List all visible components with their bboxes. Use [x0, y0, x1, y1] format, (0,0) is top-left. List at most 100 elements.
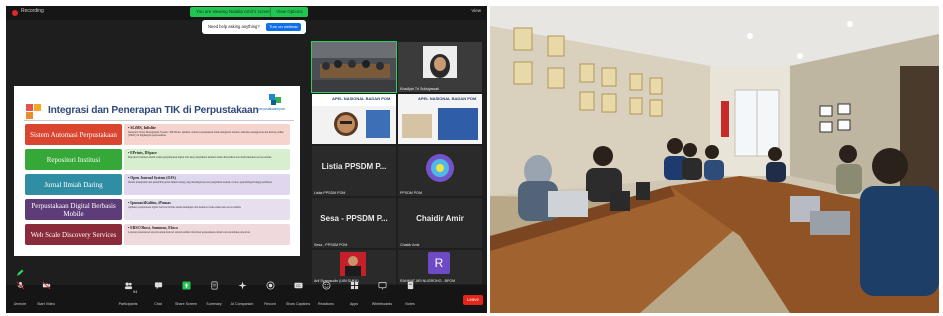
show-captions-label: Show Captions [286, 302, 311, 306]
start-video-button[interactable]: Start Video [34, 281, 58, 310]
slide-row-label: Web Scale Discovery Services [25, 224, 122, 245]
slide-row-desc-head: • SLiMS, Inlislite [128, 126, 156, 130]
slide-row-desc-head: • EBSCOhost, Summon, Ebsco [128, 226, 178, 230]
slide-row-desc-text: Aplikasi perpustakaan digital berbasis m… [128, 206, 242, 209]
reactions-button[interactable]: Reactions [314, 281, 338, 310]
video-tile-listia[interactable]: Listia PPSDM P... Listia PPSDM POM [312, 146, 396, 196]
apps-icon [350, 281, 358, 290]
sparkle-icon [237, 281, 247, 290]
participants-icon [124, 282, 132, 290]
slide-square-orange [34, 104, 41, 111]
unmute-button[interactable]: Unmute [8, 281, 32, 310]
whiteboards-label: Whiteboards [371, 302, 393, 306]
reactions-label: Reactions [318, 302, 334, 306]
unmute-label: Unmute [13, 302, 27, 306]
slide-row-label: Repositori Institusi [25, 149, 122, 170]
summary-label: Summary [206, 302, 222, 306]
chat-label: Chat [154, 302, 162, 306]
svg-text:CC: CC [296, 284, 301, 288]
participants-button[interactable]: Participants [116, 281, 140, 310]
leave-button[interactable]: Leave [463, 295, 483, 305]
slide-row-desc-text: Senayan Library Management System / INLI… [128, 131, 284, 138]
slide-row-label: Perpustakaan Digital Berbasis Mobile [25, 199, 122, 220]
chat-icon [154, 282, 162, 290]
slide-row-desc: • EPrints, DSpace Repositori institusi a… [124, 149, 290, 170]
webinar-banner-video [398, 94, 482, 144]
share-screen-icon [181, 281, 191, 290]
video-tile-webinar-banner[interactable]: APEL NASIONAL BADAN POM [398, 94, 482, 144]
webinar-avatar-video [312, 94, 396, 144]
tile-caption: Sesa - PPSDM POM [314, 243, 348, 247]
notes-label: Notes [405, 302, 415, 306]
apps-button[interactable]: Apps [342, 281, 366, 310]
slide-row-desc-head: • Ipusnas/iKaltim, iPusnas [128, 201, 171, 205]
slide-title: Integrasi dan Penerapan TIK di Perpustak… [48, 105, 259, 116]
sesa-name: Sesa - PPSDM P... [320, 214, 388, 223]
microphone-muted-icon [16, 281, 24, 290]
shared-slide: Integrasi dan Penerapan TIK di Perpustak… [14, 86, 300, 256]
record-label: Record [264, 302, 276, 306]
slide-row-desc-text: Repositori institusi adalah wadah penyim… [128, 156, 272, 159]
show-captions-button[interactable]: CC Show Captions [286, 281, 310, 310]
slide-row-desc: • EBSCOhost, Summon, Ebsco Layanan penel… [124, 224, 290, 245]
meeting-room-photo [490, 6, 939, 313]
participants-label: Participants [118, 302, 138, 306]
view-options-button[interactable]: View Options [270, 7, 308, 17]
webinar-banner-text-2: APEL NASIONAL BADAN POM [418, 96, 477, 101]
meeting-room-video [312, 42, 396, 92]
summary-icon [210, 281, 218, 290]
video-tile-khadijah[interactable]: Khadijah Tri Sulistyawati [398, 42, 482, 92]
ask-popup-button[interactable]: Turn on webinar [266, 23, 301, 31]
share-screen-label: Share Screen [175, 302, 197, 306]
tile-caption: Listia PPSDM POM [314, 191, 346, 195]
recording-indicator-icon [12, 10, 18, 16]
library-logo-icon [269, 94, 281, 105]
video-tile-webinar-avatar[interactable]: APEL NASIONAL BADAN POM [312, 94, 396, 144]
notes-icon [407, 281, 413, 290]
video-tile-ppsdm[interactable]: PPSDM POM [398, 146, 482, 196]
slide-row-desc-text: Sistem manajemen dan penerbitan jurnal i… [128, 181, 273, 184]
apps-label: Apps [349, 302, 359, 306]
share-screen-button[interactable]: Share Screen [174, 281, 198, 310]
video-tile-meeting-room[interactable] [311, 41, 397, 93]
slide-row-desc-text: Layanan penelusuran terpadu untuk mencar… [128, 231, 251, 234]
recording-label: Recording [21, 8, 44, 14]
whiteboard-icon [378, 281, 386, 290]
slide-row-label: Jurnal Ilmiah Daring [25, 174, 122, 195]
start-video-label: Start Video [37, 302, 55, 306]
slide-row-desc: • Open Journal System (OJS) Sistem manaj… [124, 174, 290, 195]
slide-divider [24, 120, 294, 121]
slide-row-desc-head: • EPrints, DSpace [128, 151, 157, 155]
ask-popup-text: Need help asking anything? [208, 24, 260, 29]
video-tile-arif[interactable]: Arif Syamsudin (UIN SUKA) [312, 250, 396, 284]
notes-button[interactable]: Notes [398, 281, 422, 310]
zoom-top-bar: Recording You are viewing Natalia Amir's… [6, 6, 487, 20]
pen-icon [17, 269, 24, 276]
captions-icon: CC [293, 282, 303, 289]
participants-count: 94 [133, 289, 138, 294]
video-tile-chaidir[interactable]: Chaidir Amir Chaidir Amir [398, 198, 482, 248]
library-logo-text: perpustakaanbpom [258, 107, 286, 111]
rahmat-avatar: R [428, 252, 450, 274]
chat-button[interactable]: Chat [146, 281, 170, 310]
video-tile-sesa[interactable]: Sesa - PPSDM P... Sesa - PPSDM POM [312, 198, 396, 248]
ai-companion-button[interactable]: AI Companion [230, 281, 254, 310]
smiley-icon [322, 281, 330, 290]
chaidir-name: Chaidir Amir [416, 214, 464, 223]
slide-row-desc-head: • Open Journal System (OJS) [128, 176, 176, 180]
ask-popup: Need help asking anything? Turn on webin… [202, 20, 306, 34]
video-camera-off-icon [42, 281, 50, 290]
video-tile-rahmat[interactable]: R RAHMAT ARI NUGROHO - BPOM [398, 250, 482, 284]
tile-caption: Khadijah Tri Sulistyawati [400, 87, 439, 91]
zoom-toolbar: Unmute Start Video Participants 94 Chat … [6, 281, 487, 313]
summary-button[interactable]: Summary [202, 281, 226, 310]
whiteboards-button[interactable]: Whiteboards [370, 281, 394, 310]
tile-caption: PPSDM POM [400, 191, 422, 195]
slide-square-orange-2 [26, 112, 33, 119]
record-button[interactable]: Record [258, 281, 282, 310]
ppsdm-video [398, 146, 482, 196]
tile-caption: Chaidir Amir [400, 243, 420, 247]
view-button[interactable]: View [471, 8, 481, 13]
zoom-meeting-window: Recording You are viewing Natalia Amir's… [6, 6, 487, 313]
webinar-banner-text: APEL NASIONAL BADAN POM [332, 96, 391, 101]
